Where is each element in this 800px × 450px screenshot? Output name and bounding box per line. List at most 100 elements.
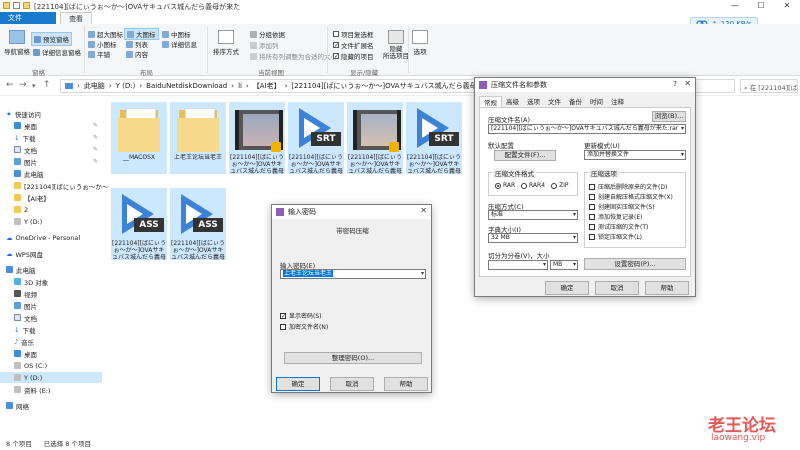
tab-files[interactable]: 文件 [544,96,565,107]
split-unit-select[interactable]: MB [550,260,578,270]
nav-item-wps[interactable]: ☁ WPS网盘 [6,248,108,259]
show-password-checkbox[interactable]: ✓ 显示密码(S) [280,311,322,320]
cancel-button[interactable]: 取消 [595,281,639,295]
file-item[interactable]: SRT [221104][ばにぃうぉ～か～]OVAサキュバス城んだら義母が来た [288,102,344,174]
test-checkbox[interactable]: 测试压缩的文件(T) [589,222,648,231]
nav-item-network[interactable]: 网络 [6,400,108,411]
nav-item-drive[interactable]: Y (D:) [14,216,116,227]
fit-columns-button[interactable]: 将所有列调整为合适的大小 [250,51,337,61]
nav-item-folder[interactable]: 2 [14,204,116,215]
archive-name-combo[interactable]: [221104][ばにぃうぉ～か～]OVAサキュバス城んだら義母が来た.rar [488,124,686,134]
item-checkbox-toggle[interactable]: 项目复选框 [333,29,374,39]
format-rar-radio[interactable]: RAR [495,182,515,189]
format-rar4-radio[interactable]: RAR4 [521,182,545,189]
nav-item-3d[interactable]: 3D 对象 [14,276,116,287]
pin-icon[interactable]: ✎ [93,134,98,141]
split-size-select[interactable] [488,260,548,270]
dict-select[interactable]: 32 MB [488,233,578,243]
file-item[interactable]: __MACOSX [111,102,167,174]
tab-options[interactable]: 选项 [523,96,544,107]
back-arrow-icon[interactable]: ← [6,80,14,90]
help-button[interactable]: 帮助 [645,281,689,295]
nav-item-music[interactable]: ♪ 音乐 [14,336,116,347]
pin-icon[interactable]: ✎ [93,146,98,153]
nav-item-documents[interactable]: 文档 [14,312,116,323]
nav-item-documents[interactable]: 文档 ✎ [14,144,116,155]
delete-after-checkbox[interactable]: 压缩后删除原来的文件(D) [589,182,667,191]
pin-icon[interactable]: ✎ [93,122,98,129]
tab-advanced[interactable]: 高级 [502,96,523,107]
help-icon[interactable]: ? [673,80,677,88]
breadcrumb-item[interactable]: Y (D:) [116,82,136,90]
search-input[interactable]: ⌕ 在 [221104][ばにぃ... [740,79,798,93]
tab-comment[interactable]: 注释 [607,96,628,107]
small-icons-option[interactable]: 小图标 [88,39,117,49]
ok-button[interactable]: 确定 [545,281,589,295]
file-item[interactable]: 上老王论坛当老王 [170,102,226,174]
nav-item-pictures[interactable]: 图片 ✎ [14,156,116,167]
method-select[interactable]: 标准 [488,210,578,220]
encrypt-names-checkbox[interactable]: 加密文件名(N) [280,322,328,331]
profiles-button[interactable]: 配置文件(F)... [494,150,556,161]
xl-icons-option[interactable]: 超大图标 [88,29,123,39]
recent-dropdown-icon[interactable]: ▾ [32,82,36,90]
tab-general[interactable]: 常规 [479,96,502,107]
breadcrumb-item[interactable]: li [238,82,242,90]
file-item[interactable]: SRT [221104][ばにぃうぉ～か～]OVAサキュバス城んだら義母が来た [406,102,462,174]
lock-checkbox[interactable]: 锁定压缩文件(L) [589,232,642,241]
nav-item-downloads[interactable]: ↓ 下载 ✎ [14,132,116,143]
medium-icons-option[interactable]: 中图标 [162,29,191,39]
options-button[interactable]: 选项 [412,30,428,56]
solid-checkbox[interactable]: 创建固实压缩文件(S) [589,202,655,211]
minimize-button[interactable]: — [722,0,748,12]
details-pane-button[interactable]: 详细信息窗格 [33,47,81,57]
hide-selected-button[interactable]: 隐藏 所选项目 [383,30,409,60]
preview-pane-button[interactable]: 预览窗格 [31,32,72,46]
nav-item-drive-e[interactable]: 资料 (E:) [14,384,116,395]
add-column-button[interactable]: 添加列 [250,40,279,50]
nav-item-folder[interactable]: 【AI老】 [14,192,116,203]
hidden-items-toggle[interactable]: ✓ 隐藏的项目 [333,51,374,61]
new-folder-icon[interactable] [23,2,30,9]
up-arrow-icon[interactable]: ↑ [43,80,51,90]
maximize-button[interactable]: ☐ [748,0,774,12]
update-mode-select[interactable]: 添加并替换文件 [584,150,686,160]
nav-item-onedrive[interactable]: ☁ OneDrive - Personal [6,232,108,243]
file-ext-toggle[interactable]: ✓ 文件扩展名 [333,40,374,50]
sfx-checkbox[interactable]: 创建自解压格式压缩文件(X) [589,192,673,201]
breadcrumb-item[interactable]: [221104][ばにぃうぉ～か～]OVAサキュバス城んだら義母が来た [291,81,497,91]
browse-button[interactable]: 浏览(B)... [652,111,686,122]
nav-item-drive-c[interactable]: OS (C:) [14,360,116,371]
nav-item-this-pc[interactable]: 此电脑 [6,264,108,275]
sort-button[interactable]: 排序方式 [213,30,239,56]
nav-item-downloads[interactable]: ↓ 下载 [14,324,116,335]
nav-item-pictures[interactable]: 图片 [14,300,116,311]
tab-backup[interactable]: 备份 [565,96,586,107]
recovery-checkbox[interactable]: 添加恢复记录(E) [589,212,642,221]
organize-passwords-button[interactable]: 整理密码(O)... [284,352,422,364]
set-password-button[interactable]: 设置密码(P)... [584,258,686,270]
breadcrumb-item[interactable]: 【AI老】 [253,81,281,91]
details-option[interactable]: 详细信息 [162,39,197,49]
nav-item-drive-d[interactable]: Y (D:) [0,372,102,383]
breadcrumb-item[interactable]: 此电脑 [84,81,105,91]
close-icon[interactable]: ✕ [420,206,427,215]
nav-item-this-pc[interactable]: 此电脑 [14,168,116,179]
close-icon[interactable]: ✕ [684,79,691,88]
properties-icon[interactable] [13,2,20,9]
nav-item-quick-access[interactable]: ★ 快速访问 [6,108,108,119]
tab-time[interactable]: 时间 [586,96,607,107]
group-by-button[interactable]: 分组依据 [250,29,285,39]
content-option[interactable]: 内容 [126,49,148,59]
file-item[interactable]: [221104][ばにぃうぉ～か～]OVAサキュバス城んだら義母が来た [229,102,285,174]
nav-item-desktop[interactable]: 桌面 [14,348,116,359]
pin-icon[interactable]: ✎ [93,158,98,165]
breadcrumb-item[interactable]: BaiduNetdiskDownload [146,82,227,90]
cancel-button[interactable]: 取消 [330,377,374,391]
nav-item-videos[interactable]: 视频 [14,288,116,299]
forward-arrow-icon[interactable]: → [19,80,27,90]
close-button[interactable]: ✕ [774,0,800,12]
nav-item-folder[interactable]: [221104][ばにぃうぉ～か～ [14,180,116,191]
nav-item-desktop[interactable]: 桌面 ✎ [14,120,116,131]
list-option[interactable]: 列表 [126,39,148,49]
